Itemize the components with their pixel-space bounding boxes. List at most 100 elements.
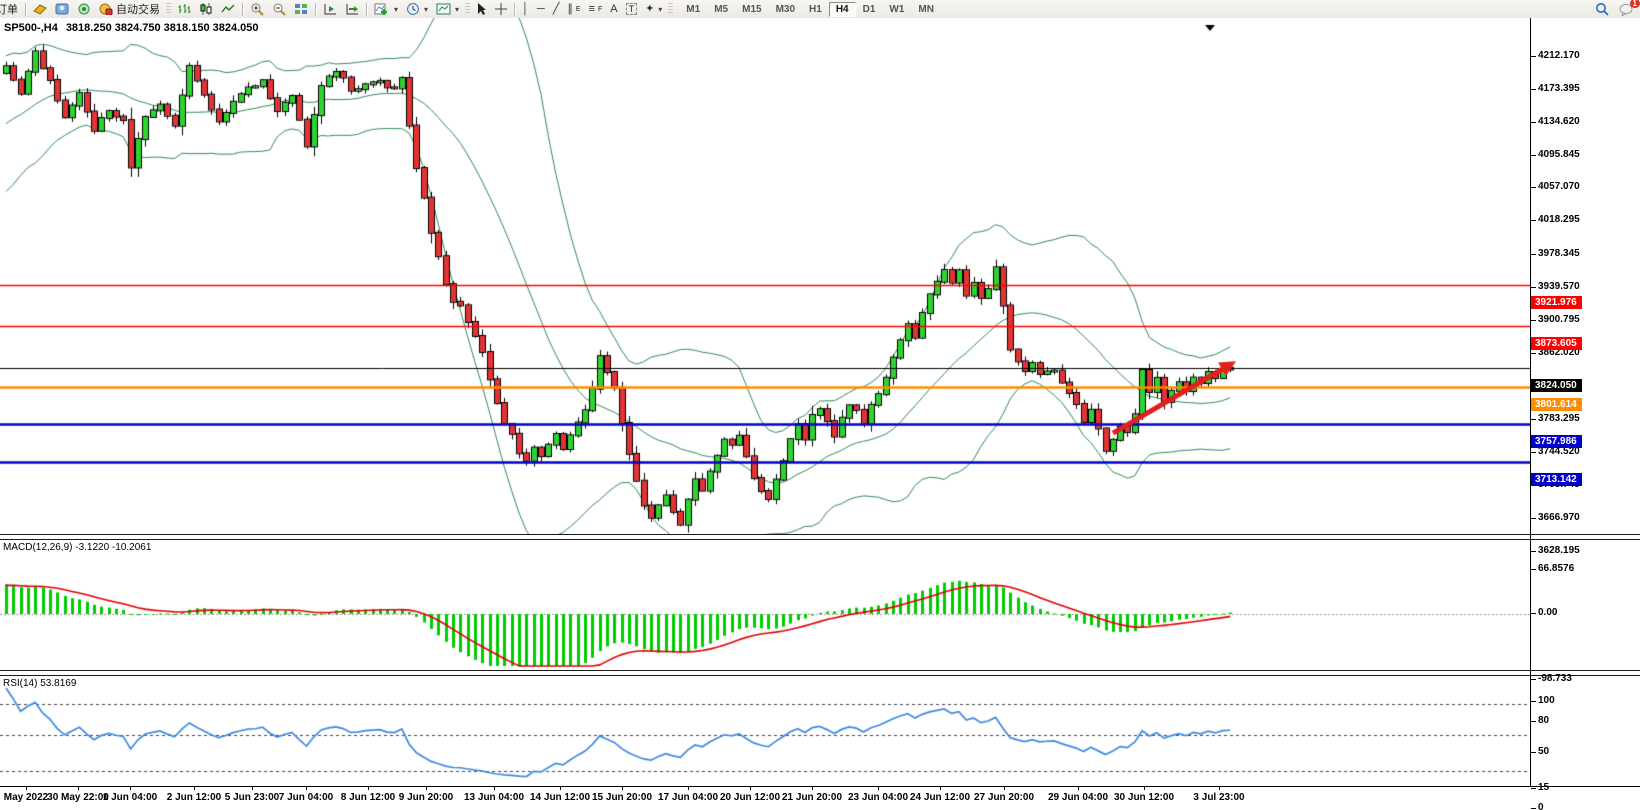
- market-watch-icon: [33, 3, 47, 15]
- timeframe-button-h1[interactable]: H1: [802, 2, 829, 17]
- price-tick-label: 3666.970: [1538, 512, 1580, 523]
- rsi-panel-canvas[interactable]: [0, 674, 1530, 786]
- fibonacci-tool[interactable]: ≡F: [585, 1, 607, 17]
- price-tick-label: 4018.295: [1538, 214, 1580, 225]
- time-label: 8 Jun 12:00: [341, 792, 395, 803]
- time-tick: [494, 786, 495, 790]
- clock-icon: [406, 3, 420, 16]
- main-chart-canvas[interactable]: [0, 18, 1530, 534]
- rsi-value: 53.8169: [40, 678, 76, 689]
- chart-shift-button[interactable]: [341, 1, 363, 17]
- candlestick-chart-icon: [199, 3, 213, 15]
- cursor-tool-button[interactable]: [472, 1, 491, 17]
- channel-tool[interactable]: ∥E: [563, 1, 584, 17]
- line-chart-button[interactable]: [217, 1, 239, 17]
- zoom-out-icon: [272, 3, 286, 16]
- time-label: 5 Jun 23:00: [225, 792, 279, 803]
- time-label: 3 Jul 23:00: [1193, 792, 1244, 803]
- time-tick: [426, 786, 427, 790]
- data-window-button[interactable]: [51, 1, 73, 17]
- navigator-button[interactable]: [73, 1, 95, 17]
- time-label: 7 Jun 04:00: [279, 792, 333, 803]
- mt4-window: 订单 自动交易: [0, 0, 1640, 810]
- panel-splitter[interactable]: [0, 670, 1640, 676]
- toolbar-separator: [242, 3, 243, 16]
- panel-splitter[interactable]: [0, 534, 1640, 540]
- timeframe-button-d1[interactable]: D1: [856, 2, 883, 17]
- chat-badge: 1: [1630, 0, 1640, 8]
- periods-button[interactable]: ▾: [402, 1, 432, 17]
- timeframe-button-mn[interactable]: MN: [911, 2, 941, 17]
- auto-scroll-button[interactable]: [319, 1, 341, 17]
- price-tick-label: 4057.070: [1538, 181, 1580, 192]
- toolbar-grip: [668, 3, 673, 15]
- indicators-button[interactable]: ▾: [370, 1, 402, 17]
- timeframe-button-m15[interactable]: M15: [735, 2, 768, 17]
- new-order-button[interactable]: 订单: [0, 1, 22, 17]
- macd-tick-label: -98.733: [1538, 673, 1572, 684]
- time-label: 30 May 22:00: [47, 792, 109, 803]
- time-tick: [78, 786, 79, 790]
- vertical-line-tool[interactable]: │: [518, 1, 533, 17]
- time-label: 9 Jun 20:00: [399, 792, 453, 803]
- zoom-out-button[interactable]: [268, 1, 290, 17]
- time-label: 29 Jun 04:00: [1048, 792, 1108, 803]
- chat-button[interactable]: 1: [1619, 3, 1634, 16]
- templates-button[interactable]: ▾: [432, 1, 463, 17]
- time-tick: [1078, 786, 1079, 790]
- time-tick: [26, 786, 27, 790]
- market-watch-button[interactable]: [29, 1, 51, 17]
- price-tick-label: 3978.345: [1538, 248, 1580, 259]
- tile-windows-button[interactable]: [290, 1, 312, 17]
- time-tick: [940, 786, 941, 790]
- dropdown-arrow-icon: ▾: [455, 5, 459, 14]
- bar-chart-button[interactable]: [173, 1, 195, 17]
- toolbar-grip: [465, 3, 470, 15]
- arrows-tool[interactable]: ✦▾: [641, 1, 666, 17]
- search-icon[interactable]: [1595, 2, 1609, 16]
- crosshair-tool-button[interactable]: [491, 1, 511, 17]
- time-tick: [306, 786, 307, 790]
- time-tick: [688, 786, 689, 790]
- timeframe-button-m30[interactable]: M30: [769, 2, 802, 17]
- time-label: 17 Jun 04:00: [658, 792, 718, 803]
- toolbar-separator: [25, 3, 26, 16]
- text-tool[interactable]: A: [606, 1, 621, 17]
- rsi-tick-label: 15: [1538, 782, 1549, 793]
- timeframe-button-m1[interactable]: M1: [679, 2, 707, 17]
- timeframe-button-m5[interactable]: M5: [707, 2, 735, 17]
- candlestick-chart-button[interactable]: [195, 1, 217, 17]
- horizontal-line-tool[interactable]: ─: [533, 1, 549, 17]
- timeframe-button-w1[interactable]: W1: [882, 2, 911, 17]
- timeframe-button-h4[interactable]: H4: [829, 2, 856, 17]
- line-chart-icon: [221, 3, 235, 15]
- time-label: 30 Jun 12:00: [1114, 792, 1174, 803]
- price-line-tag: 3713.142: [1531, 473, 1582, 486]
- macd-name: MACD(12,26,9): [3, 542, 72, 553]
- trendline-tool[interactable]: ╱: [549, 1, 564, 17]
- ohlc-values: 3818.250 3824.750 3818.150 3824.050: [66, 22, 259, 34]
- time-tick: [194, 786, 195, 790]
- zoom-in-button[interactable]: [246, 1, 268, 17]
- crosshair-icon: [495, 3, 507, 15]
- rsi-tick-label: 80: [1538, 715, 1549, 726]
- price-tick-label: 4095.845: [1538, 149, 1580, 160]
- time-tick: [368, 786, 369, 790]
- main-toolbar: 订单 自动交易: [0, 0, 1640, 19]
- macd-panel-canvas[interactable]: [0, 538, 1530, 670]
- time-label: 15 Jun 20:00: [592, 792, 652, 803]
- price-line-tag: 3921.976: [1531, 296, 1582, 309]
- price-tick-label: 3783.295: [1538, 413, 1580, 424]
- label-tool[interactable]: T: [622, 1, 642, 17]
- macd-indicator-label: MACD(12,26,9) -3.1220 -10.2061: [3, 542, 151, 553]
- autotrading-button[interactable]: 自动交易: [95, 1, 164, 17]
- macd-values: -3.1220 -10.2061: [75, 542, 151, 553]
- dropdown-arrow-icon: ▾: [658, 5, 662, 14]
- time-label: 2 Jun 12:00: [167, 792, 221, 803]
- new-order-label: 订单: [0, 1, 18, 17]
- toolbar-right-icons: 1: [1595, 2, 1640, 16]
- time-tick: [1004, 786, 1005, 790]
- price-line-tag: 3824.050: [1531, 379, 1582, 392]
- time-tick: [878, 786, 879, 790]
- rsi-name: RSI(14): [3, 678, 37, 689]
